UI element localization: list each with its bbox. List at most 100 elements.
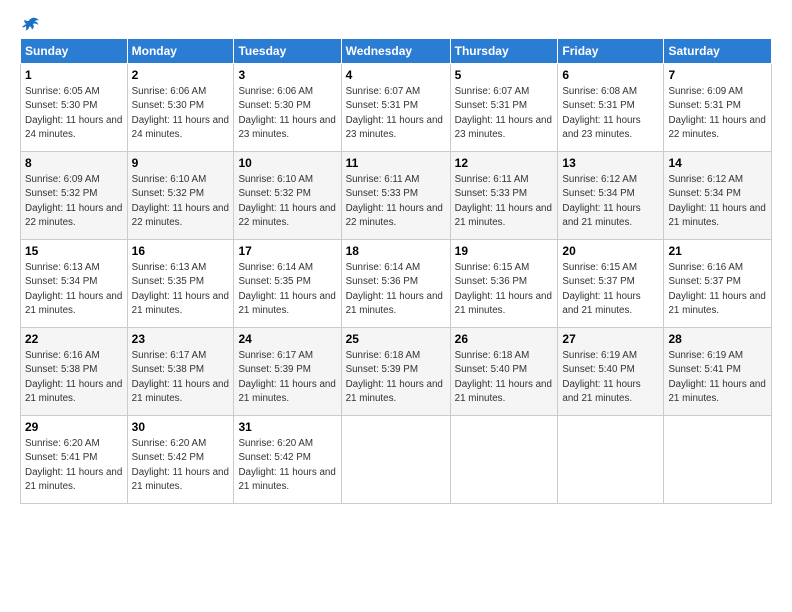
day-number: 8 xyxy=(25,155,123,171)
calendar-cell xyxy=(664,416,772,504)
calendar-cell: 18 Sunrise: 6:14 AMSunset: 5:36 PMDaylig… xyxy=(341,240,450,328)
calendar-cell: 29 Sunrise: 6:20 AMSunset: 5:41 PMDaylig… xyxy=(21,416,128,504)
day-info: Sunrise: 6:12 AMSunset: 5:34 PMDaylight:… xyxy=(562,174,640,228)
calendar-body: 1 Sunrise: 6:05 AMSunset: 5:30 PMDayligh… xyxy=(21,64,772,504)
calendar-cell: 1 Sunrise: 6:05 AMSunset: 5:30 PMDayligh… xyxy=(21,64,128,152)
day-number: 6 xyxy=(562,67,659,83)
calendar-cell: 9 Sunrise: 6:10 AMSunset: 5:32 PMDayligh… xyxy=(127,152,234,240)
calendar-cell: 6 Sunrise: 6:08 AMSunset: 5:31 PMDayligh… xyxy=(558,64,664,152)
day-info: Sunrise: 6:17 AMSunset: 5:39 PMDaylight:… xyxy=(238,350,335,404)
day-info: Sunrise: 6:06 AMSunset: 5:30 PMDaylight:… xyxy=(238,86,335,140)
day-info: Sunrise: 6:11 AMSunset: 5:33 PMDaylight:… xyxy=(346,174,443,228)
calendar-cell: 16 Sunrise: 6:13 AMSunset: 5:35 PMDaylig… xyxy=(127,240,234,328)
calendar-cell: 3 Sunrise: 6:06 AMSunset: 5:30 PMDayligh… xyxy=(234,64,341,152)
calendar-cell: 31 Sunrise: 6:20 AMSunset: 5:42 PMDaylig… xyxy=(234,416,341,504)
calendar-cell: 27 Sunrise: 6:19 AMSunset: 5:40 PMDaylig… xyxy=(558,328,664,416)
day-info: Sunrise: 6:14 AMSunset: 5:35 PMDaylight:… xyxy=(238,262,335,316)
calendar-week-1: 1 Sunrise: 6:05 AMSunset: 5:30 PMDayligh… xyxy=(21,64,772,152)
day-number: 2 xyxy=(132,67,230,83)
calendar-cell: 8 Sunrise: 6:09 AMSunset: 5:32 PMDayligh… xyxy=(21,152,128,240)
calendar-cell: 28 Sunrise: 6:19 AMSunset: 5:41 PMDaylig… xyxy=(664,328,772,416)
day-number: 1 xyxy=(25,67,123,83)
day-number: 25 xyxy=(346,331,446,347)
calendar-cell: 21 Sunrise: 6:16 AMSunset: 5:37 PMDaylig… xyxy=(664,240,772,328)
header-thursday: Thursday xyxy=(450,39,558,64)
day-info: Sunrise: 6:19 AMSunset: 5:40 PMDaylight:… xyxy=(562,350,640,404)
day-number: 24 xyxy=(238,331,336,347)
calendar-cell: 2 Sunrise: 6:06 AMSunset: 5:30 PMDayligh… xyxy=(127,64,234,152)
calendar-cell: 26 Sunrise: 6:18 AMSunset: 5:40 PMDaylig… xyxy=(450,328,558,416)
page: SundayMondayTuesdayWednesdayThursdayFrid… xyxy=(0,0,792,612)
day-info: Sunrise: 6:05 AMSunset: 5:30 PMDaylight:… xyxy=(25,86,122,140)
header-saturday: Saturday xyxy=(664,39,772,64)
day-number: 20 xyxy=(562,243,659,259)
header-wednesday: Wednesday xyxy=(341,39,450,64)
day-number: 28 xyxy=(668,331,767,347)
calendar-cell xyxy=(341,416,450,504)
day-number: 14 xyxy=(668,155,767,171)
calendar-cell: 20 Sunrise: 6:15 AMSunset: 5:37 PMDaylig… xyxy=(558,240,664,328)
header-friday: Friday xyxy=(558,39,664,64)
calendar-cell: 7 Sunrise: 6:09 AMSunset: 5:31 PMDayligh… xyxy=(664,64,772,152)
day-number: 30 xyxy=(132,419,230,435)
calendar-cell: 10 Sunrise: 6:10 AMSunset: 5:32 PMDaylig… xyxy=(234,152,341,240)
day-info: Sunrise: 6:18 AMSunset: 5:40 PMDaylight:… xyxy=(455,350,552,404)
calendar-cell xyxy=(450,416,558,504)
header xyxy=(20,16,772,30)
day-number: 4 xyxy=(346,67,446,83)
day-info: Sunrise: 6:15 AMSunset: 5:36 PMDaylight:… xyxy=(455,262,552,316)
day-info: Sunrise: 6:13 AMSunset: 5:35 PMDaylight:… xyxy=(132,262,229,316)
day-number: 3 xyxy=(238,67,336,83)
calendar-week-3: 15 Sunrise: 6:13 AMSunset: 5:34 PMDaylig… xyxy=(21,240,772,328)
calendar-cell: 24 Sunrise: 6:17 AMSunset: 5:39 PMDaylig… xyxy=(234,328,341,416)
day-number: 26 xyxy=(455,331,554,347)
day-number: 18 xyxy=(346,243,446,259)
day-number: 12 xyxy=(455,155,554,171)
day-info: Sunrise: 6:09 AMSunset: 5:32 PMDaylight:… xyxy=(25,174,122,228)
calendar-cell: 15 Sunrise: 6:13 AMSunset: 5:34 PMDaylig… xyxy=(21,240,128,328)
day-info: Sunrise: 6:19 AMSunset: 5:41 PMDaylight:… xyxy=(668,350,765,404)
day-info: Sunrise: 6:08 AMSunset: 5:31 PMDaylight:… xyxy=(562,86,640,140)
day-number: 9 xyxy=(132,155,230,171)
day-number: 13 xyxy=(562,155,659,171)
day-number: 22 xyxy=(25,331,123,347)
day-number: 17 xyxy=(238,243,336,259)
calendar-cell: 4 Sunrise: 6:07 AMSunset: 5:31 PMDayligh… xyxy=(341,64,450,152)
day-number: 27 xyxy=(562,331,659,347)
day-number: 23 xyxy=(132,331,230,347)
calendar-week-5: 29 Sunrise: 6:20 AMSunset: 5:41 PMDaylig… xyxy=(21,416,772,504)
calendar-cell: 14 Sunrise: 6:12 AMSunset: 5:34 PMDaylig… xyxy=(664,152,772,240)
day-number: 7 xyxy=(668,67,767,83)
calendar-table: SundayMondayTuesdayWednesdayThursdayFrid… xyxy=(20,38,772,504)
day-number: 21 xyxy=(668,243,767,259)
day-number: 31 xyxy=(238,419,336,435)
day-info: Sunrise: 6:20 AMSunset: 5:42 PMDaylight:… xyxy=(238,438,335,492)
calendar-cell: 17 Sunrise: 6:14 AMSunset: 5:35 PMDaylig… xyxy=(234,240,341,328)
logo-bird-icon xyxy=(22,16,40,34)
day-info: Sunrise: 6:10 AMSunset: 5:32 PMDaylight:… xyxy=(132,174,229,228)
day-info: Sunrise: 6:15 AMSunset: 5:37 PMDaylight:… xyxy=(562,262,640,316)
day-info: Sunrise: 6:17 AMSunset: 5:38 PMDaylight:… xyxy=(132,350,229,404)
day-number: 5 xyxy=(455,67,554,83)
calendar-cell: 25 Sunrise: 6:18 AMSunset: 5:39 PMDaylig… xyxy=(341,328,450,416)
day-info: Sunrise: 6:20 AMSunset: 5:42 PMDaylight:… xyxy=(132,438,229,492)
day-number: 16 xyxy=(132,243,230,259)
day-info: Sunrise: 6:07 AMSunset: 5:31 PMDaylight:… xyxy=(455,86,552,140)
header-sunday: Sunday xyxy=(21,39,128,64)
day-info: Sunrise: 6:11 AMSunset: 5:33 PMDaylight:… xyxy=(455,174,552,228)
day-info: Sunrise: 6:18 AMSunset: 5:39 PMDaylight:… xyxy=(346,350,443,404)
day-number: 11 xyxy=(346,155,446,171)
day-info: Sunrise: 6:06 AMSunset: 5:30 PMDaylight:… xyxy=(132,86,229,140)
day-info: Sunrise: 6:14 AMSunset: 5:36 PMDaylight:… xyxy=(346,262,443,316)
calendar-cell: 5 Sunrise: 6:07 AMSunset: 5:31 PMDayligh… xyxy=(450,64,558,152)
day-info: Sunrise: 6:16 AMSunset: 5:37 PMDaylight:… xyxy=(668,262,765,316)
calendar-cell: 23 Sunrise: 6:17 AMSunset: 5:38 PMDaylig… xyxy=(127,328,234,416)
day-info: Sunrise: 6:12 AMSunset: 5:34 PMDaylight:… xyxy=(668,174,765,228)
header-monday: Monday xyxy=(127,39,234,64)
calendar-cell: 11 Sunrise: 6:11 AMSunset: 5:33 PMDaylig… xyxy=(341,152,450,240)
header-tuesday: Tuesday xyxy=(234,39,341,64)
day-info: Sunrise: 6:20 AMSunset: 5:41 PMDaylight:… xyxy=(25,438,122,492)
day-number: 29 xyxy=(25,419,123,435)
day-number: 15 xyxy=(25,243,123,259)
logo xyxy=(20,16,40,30)
